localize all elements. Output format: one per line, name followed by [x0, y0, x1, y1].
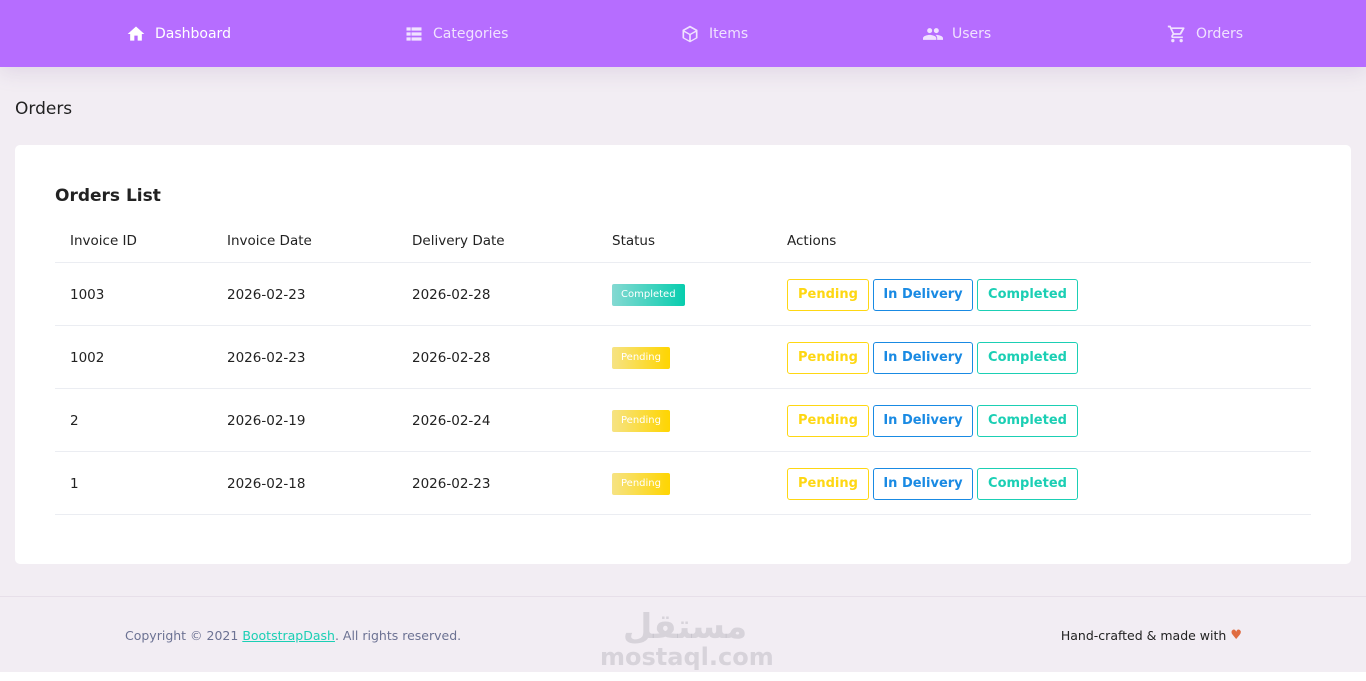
status-badge: Pending: [612, 346, 670, 369]
table-row: 1003 2026-02-23 2026-02-28 Completed Pen…: [55, 263, 1311, 326]
actions-cell: Pending In Delivery Completed: [787, 326, 1082, 389]
invoice-id: 2: [70, 412, 79, 429]
mark-pending-button[interactable]: Pending: [787, 278, 869, 311]
cube-icon: [680, 24, 700, 44]
mark-pending-button[interactable]: Pending: [787, 404, 869, 437]
nav-item-label: Users: [952, 25, 992, 42]
delivery-date: 2026-02-28: [412, 286, 491, 303]
column-header-invoice-date: Invoice Date: [227, 233, 312, 249]
mark-pending-button[interactable]: Pending: [787, 467, 869, 500]
invoice-date: 2026-02-23: [227, 286, 306, 303]
invoice-id: 1003: [70, 286, 105, 303]
invoice-id: 1002: [70, 349, 105, 366]
delivery-date: 2026-02-24: [412, 412, 491, 429]
copyright-text: Copyright © 2021 BootstrapDash. All righ…: [125, 628, 461, 643]
mark-completed-button[interactable]: Completed: [977, 467, 1078, 500]
table-row: 2 2026-02-19 2026-02-24 Pending Pending …: [55, 389, 1311, 452]
nav-item-orders[interactable]: Orders: [1167, 0, 1243, 67]
copyright-suffix: . All rights reserved.: [334, 628, 462, 643]
nav-item-label: Items: [709, 25, 749, 42]
watermark-arabic: مستقل: [622, 607, 748, 647]
mark-completed-button[interactable]: Completed: [977, 278, 1078, 311]
status-badge: Completed: [612, 283, 685, 306]
table-header: Invoice ID Invoice Date Delivery Date St…: [55, 217, 1311, 263]
actions-cell: Pending In Delivery Completed: [787, 389, 1082, 452]
mark-completed-button[interactable]: Completed: [977, 341, 1078, 374]
delivery-date: 2026-02-28: [412, 349, 491, 366]
orders-table: Invoice ID Invoice Date Delivery Date St…: [55, 217, 1311, 515]
actions-cell: Pending In Delivery Completed: [787, 263, 1082, 326]
invoice-date: 2026-02-18: [227, 475, 306, 492]
actions-cell: Pending In Delivery Completed: [787, 452, 1082, 515]
column-header-invoice-id: Invoice ID: [70, 233, 137, 249]
copyright-prefix: Copyright © 2021: [125, 628, 243, 643]
nav-item-dashboard[interactable]: Dashboard: [126, 0, 231, 67]
watermark-latin: mostaql.com: [600, 643, 774, 671]
invoice-date: 2026-02-23: [227, 349, 306, 366]
mark-completed-button[interactable]: Completed: [977, 404, 1078, 437]
column-header-actions: Actions: [787, 233, 837, 249]
nav-item-users[interactable]: Users: [923, 0, 991, 67]
table-row: 1002 2026-02-23 2026-02-28 Pending Pendi…: [55, 326, 1311, 389]
mark-in-delivery-button[interactable]: In Delivery: [873, 278, 973, 311]
column-header-delivery-date: Delivery Date: [412, 233, 505, 249]
mark-in-delivery-button[interactable]: In Delivery: [873, 467, 973, 500]
mark-in-delivery-button[interactable]: In Delivery: [873, 341, 973, 374]
handcrafted-text: Hand-crafted & made with ♥: [1061, 628, 1242, 643]
heart-icon: ♥: [1230, 628, 1242, 643]
orders-list-title: Orders List: [55, 186, 161, 206]
status-cell: Pending: [612, 452, 670, 515]
bottom-strip: [0, 672, 1366, 681]
table-row: 1 2026-02-18 2026-02-23 Pending Pending …: [55, 452, 1311, 515]
home-icon: [126, 24, 146, 44]
column-header-status: Status: [612, 233, 656, 249]
mostaql-watermark: مستقل mostaql.com: [600, 607, 774, 671]
users-icon: [923, 24, 943, 44]
handcrafted-label: Hand-crafted & made with: [1060, 628, 1227, 643]
status-cell: Pending: [612, 389, 670, 452]
nav-item-label: Dashboard: [155, 25, 231, 42]
mark-in-delivery-button[interactable]: In Delivery: [873, 404, 973, 437]
bootstrapdash-link[interactable]: BootstrapDash: [242, 628, 335, 643]
orders-card: Orders List Invoice ID Invoice Date Deli…: [15, 145, 1351, 564]
cart-icon: [1167, 24, 1187, 44]
grid-icon: [404, 24, 424, 44]
nav-item-label: Categories: [433, 25, 509, 42]
nav-item-items[interactable]: Items: [680, 0, 748, 67]
mark-pending-button[interactable]: Pending: [787, 341, 869, 374]
status-cell: Completed: [612, 263, 685, 326]
status-badge: Pending: [612, 409, 670, 432]
nav-item-label: Orders: [1196, 25, 1244, 42]
footer: Copyright © 2021 BootstrapDash. All righ…: [0, 596, 1366, 672]
top-navbar: Dashboard Categories Items Users Orders: [0, 0, 1366, 67]
status-cell: Pending: [612, 326, 670, 389]
nav-item-categories[interactable]: Categories: [404, 0, 508, 67]
status-badge: Pending: [612, 472, 670, 495]
invoice-date: 2026-02-19: [227, 412, 306, 429]
delivery-date: 2026-02-23: [412, 475, 491, 492]
page-title: Orders: [15, 99, 73, 119]
invoice-id: 1: [70, 475, 79, 492]
